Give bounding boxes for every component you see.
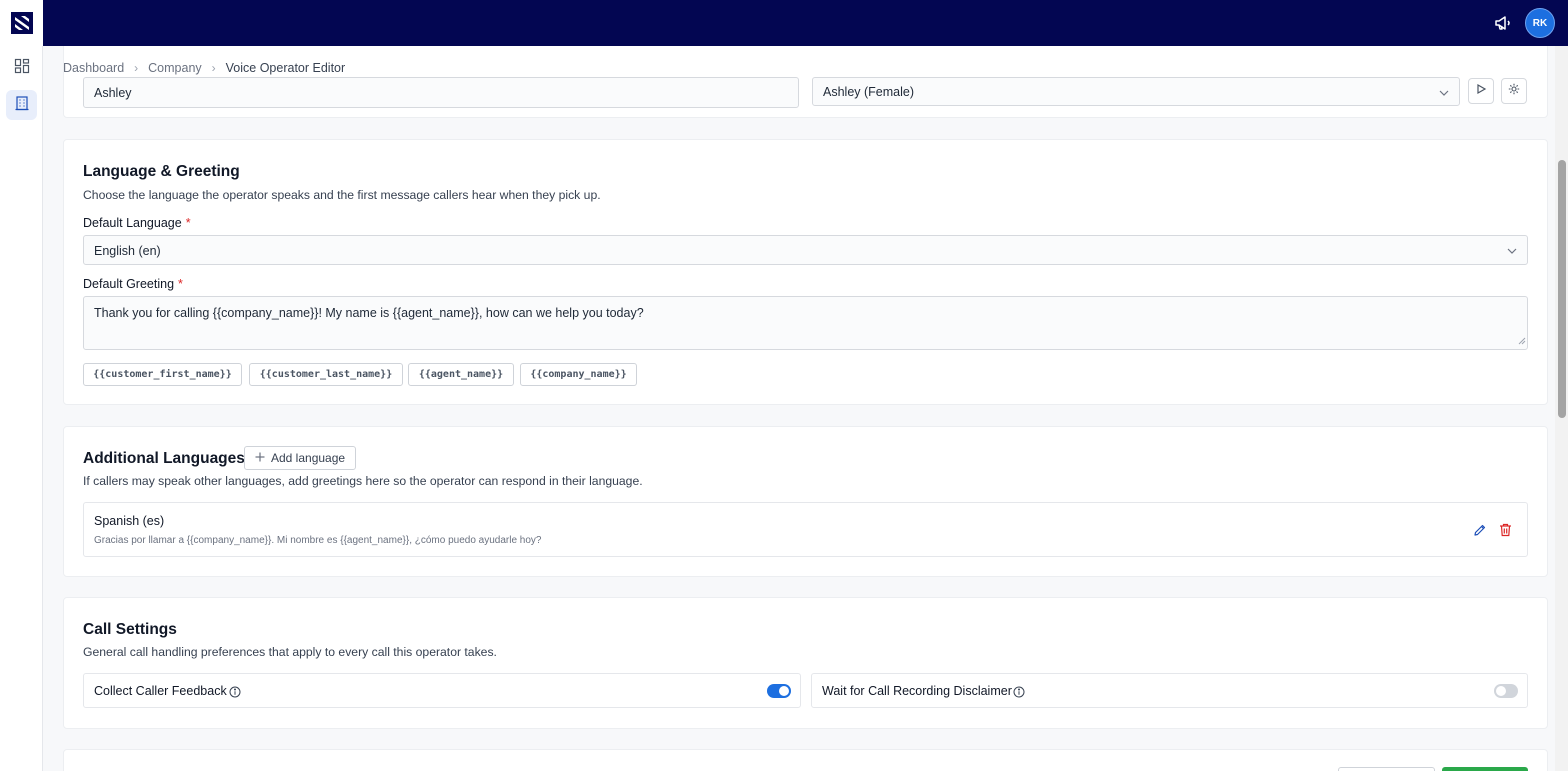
megaphone-icon[interactable] xyxy=(1493,13,1513,33)
additional-languages-card: Additional Languages Add language If cal… xyxy=(63,426,1548,577)
default-greeting-label-text: Default Greeting xyxy=(83,277,175,291)
brand-logo[interactable] xyxy=(0,0,43,46)
collect-caller-feedback-setting: Collect Caller Feedback xyxy=(83,673,801,708)
plus-icon xyxy=(255,451,265,465)
company-building-icon xyxy=(14,95,30,116)
gear-icon xyxy=(1508,82,1520,100)
collect-caller-feedback-toggle[interactable] xyxy=(767,684,791,698)
required-mark: * xyxy=(178,277,183,291)
scrollbar-thumb[interactable] xyxy=(1558,160,1566,418)
chevron-down-icon xyxy=(1507,243,1517,257)
user-avatar[interactable]: RK xyxy=(1525,8,1555,38)
language-greeting-description: Choose the language the operator speaks … xyxy=(83,188,601,202)
operator-name-value: Ashley xyxy=(94,86,132,100)
trash-icon[interactable] xyxy=(1499,523,1512,542)
default-greeting-label: Default Greeting * xyxy=(83,277,183,291)
toggle-knob xyxy=(1496,686,1506,696)
page-scrollbar[interactable] xyxy=(1555,46,1568,771)
info-icon[interactable] xyxy=(229,685,241,703)
voice-select[interactable]: Ashley (Female) xyxy=(812,77,1460,106)
main-content: Dashboard › Company › Voice Operator Edi… xyxy=(43,46,1555,771)
additional-languages-description: If callers may speak other languages, ad… xyxy=(83,474,643,488)
edit-pencil-icon[interactable] xyxy=(1473,523,1487,542)
variable-chip-customer-last-name[interactable]: {{customer_last_name}} xyxy=(249,363,403,386)
language-greeting-preview: Gracias por llamar a {{company_name}}. M… xyxy=(94,535,542,546)
additional-languages-title: Additional Languages xyxy=(83,450,245,467)
breadcrumb-dashboard[interactable]: Dashboard xyxy=(63,61,124,75)
logo-mark xyxy=(10,12,33,34)
default-greeting-textarea[interactable]: Thank you for calling {{company_name}}! … xyxy=(83,296,1528,350)
default-language-value: English (en) xyxy=(94,244,161,258)
resize-handle-icon[interactable] xyxy=(1518,334,1526,348)
collect-caller-feedback-label: Collect Caller Feedback xyxy=(94,684,227,698)
sidebar xyxy=(0,46,43,771)
voice-select-value: Ashley (Female) xyxy=(823,85,914,99)
sidebar-item-company[interactable] xyxy=(6,90,37,120)
dashboard-grid-icon xyxy=(14,58,30,79)
default-language-label-text: Default Language xyxy=(83,216,182,230)
breadcrumb-current: Voice Operator Editor xyxy=(225,61,346,75)
play-voice-button[interactable] xyxy=(1468,78,1494,104)
wait-recording-disclaimer-toggle[interactable] xyxy=(1494,684,1518,698)
call-settings-title: Call Settings xyxy=(83,621,177,638)
list-item: Spanish (es) Gracias por llamar a {{comp… xyxy=(83,502,1528,557)
play-icon xyxy=(1475,82,1487,100)
breadcrumb: Dashboard › Company › Voice Operator Edi… xyxy=(63,61,345,75)
variable-chip-customer-first-name[interactable]: {{customer_first_name}} xyxy=(83,363,242,386)
call-settings-card: Call Settings General call handling pref… xyxy=(63,597,1548,729)
save-button[interactable] xyxy=(1442,767,1528,771)
call-settings-description: General call handling preferences that a… xyxy=(83,645,497,659)
info-icon[interactable] xyxy=(1013,685,1025,703)
default-language-label: Default Language * xyxy=(83,216,191,230)
language-name: Spanish (es) xyxy=(94,514,165,528)
top-bar: RK xyxy=(0,0,1568,46)
sidebar-item-dashboard[interactable] xyxy=(6,53,37,83)
wait-recording-disclaimer-label: Wait for Call Recording Disclaimer xyxy=(822,684,1012,698)
variable-chip-agent-name[interactable]: {{agent_name}} xyxy=(408,363,514,386)
default-language-select[interactable]: English (en) xyxy=(83,235,1528,265)
next-card xyxy=(63,749,1548,771)
required-mark: * xyxy=(185,216,191,230)
language-greeting-card: Language & Greeting Choose the language … xyxy=(63,139,1548,405)
chevron-down-icon xyxy=(1439,85,1449,99)
add-language-label: Add language xyxy=(271,451,346,465)
wait-recording-disclaimer-setting: Wait for Call Recording Disclaimer xyxy=(811,673,1528,708)
cancel-button[interactable] xyxy=(1338,767,1435,771)
chevron-right-icon: › xyxy=(134,61,139,75)
breadcrumb-company[interactable]: Company xyxy=(148,61,202,75)
default-greeting-value: Thank you for calling {{company_name}}! … xyxy=(94,306,644,320)
add-language-button[interactable]: Add language xyxy=(244,446,357,470)
variable-chips: {{customer_first_name}} {{customer_last_… xyxy=(83,363,683,386)
variable-chip-company-name[interactable]: {{company_name}} xyxy=(520,363,637,386)
operator-name-field[interactable]: Ashley xyxy=(83,77,799,108)
toggle-knob xyxy=(779,686,789,696)
identity-card: Ashley Ashley (Female) xyxy=(63,46,1548,118)
language-greeting-title: Language & Greeting xyxy=(83,163,240,180)
chevron-right-icon: › xyxy=(211,61,216,75)
voice-settings-button[interactable] xyxy=(1501,78,1527,104)
